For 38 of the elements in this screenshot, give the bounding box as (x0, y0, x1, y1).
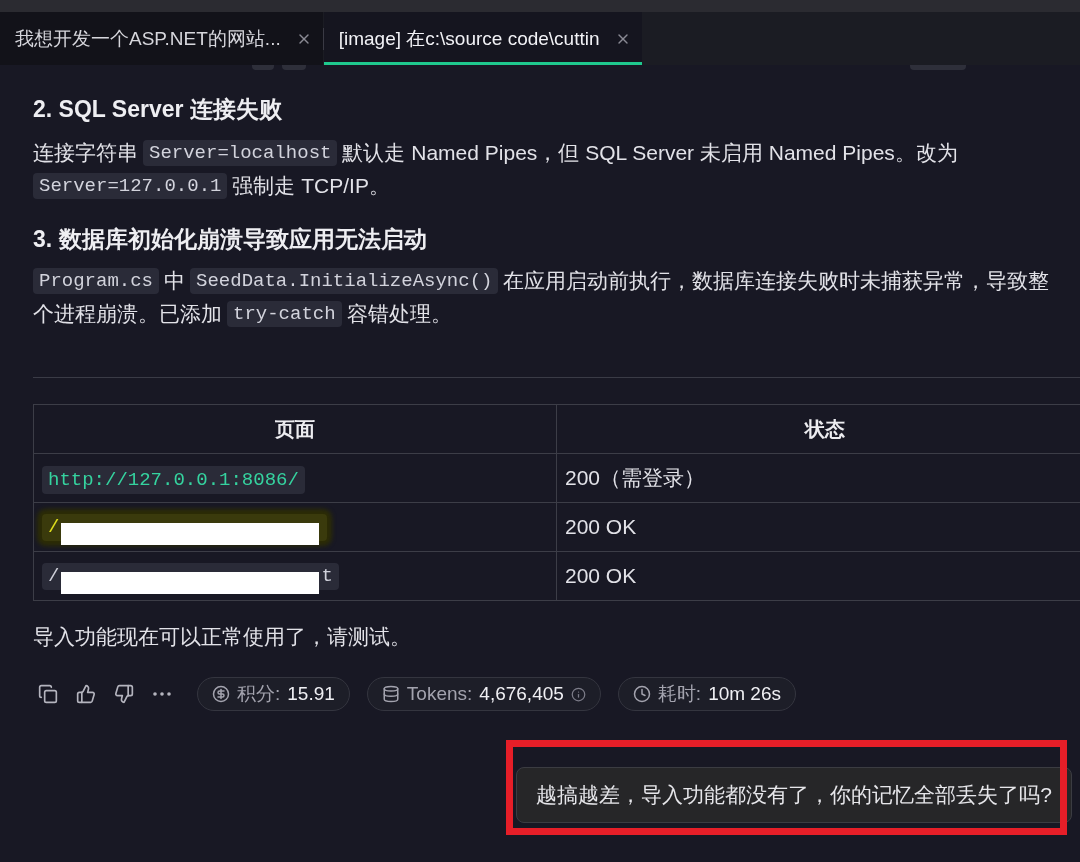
paragraph-text: 容错处理。 (346, 300, 452, 327)
paragraph-text: 中 (164, 267, 186, 294)
paragraph-text: 连接字符串 (33, 139, 138, 166)
section-heading: 2. SQL Server 连接失败 (33, 95, 283, 123)
inline-code: Program.cs (33, 267, 160, 294)
code-text: t (321, 565, 333, 588)
database-icon (381, 685, 400, 703)
copy-icon (38, 684, 58, 704)
inline-code: Server=127.0.0.1 (33, 172, 228, 199)
code-text: / (48, 516, 60, 539)
paragraph-text: 强制走 TCP/IP。 (232, 172, 390, 199)
paragraph-text: 在应用启动前执行，数据库连接失败时未捕获异常，导致整 (503, 267, 1050, 294)
dollar-coin-icon (212, 685, 230, 703)
more-icon (153, 692, 171, 696)
inline-code: Server=localhost (143, 139, 338, 166)
code-text: / (48, 565, 60, 588)
clock-icon (632, 685, 651, 703)
user-message: 越搞越差，导入功能都没有了，你的记忆全部丢失了吗? (516, 767, 1072, 823)
url-link[interactable]: http://127.0.0.1:8086/ (42, 465, 305, 494)
column-header: 状态 (556, 404, 1080, 454)
section-heading: 3. 数据库初始化崩溃导致应用无法启动 (33, 225, 428, 253)
stat-value: 10m 26s (708, 683, 781, 705)
stat-value: 15.91 (287, 683, 335, 705)
stat-value: 4,676,405 (479, 683, 564, 705)
paragraph-text: 个进程崩溃。已添加 (33, 300, 222, 327)
inline-code: try-catch (227, 300, 342, 327)
column-header: 页面 (33, 404, 557, 454)
tab[interactable]: 我想开发一个ASP.NET的网站... (0, 12, 323, 65)
closing-text: 导入功能现在可以正常使用了，请测试。 (33, 624, 412, 650)
inline-code: SeedData.InitializeAsync() (190, 267, 499, 294)
stat-label: 耗时: (657, 682, 702, 706)
thumbs-down-icon (114, 684, 134, 704)
info-icon (570, 686, 586, 702)
stat-label: 积分: (237, 682, 281, 706)
tab[interactable]: [image] 在c:\source code\cuttin (323, 12, 642, 65)
paragraph-text: 默认走 Named Pipes，但 SQL Server 未启用 Named Pipes。改为 (342, 139, 958, 166)
thumbs-up-icon (76, 684, 96, 704)
stat-label: Tokens: (406, 683, 473, 705)
